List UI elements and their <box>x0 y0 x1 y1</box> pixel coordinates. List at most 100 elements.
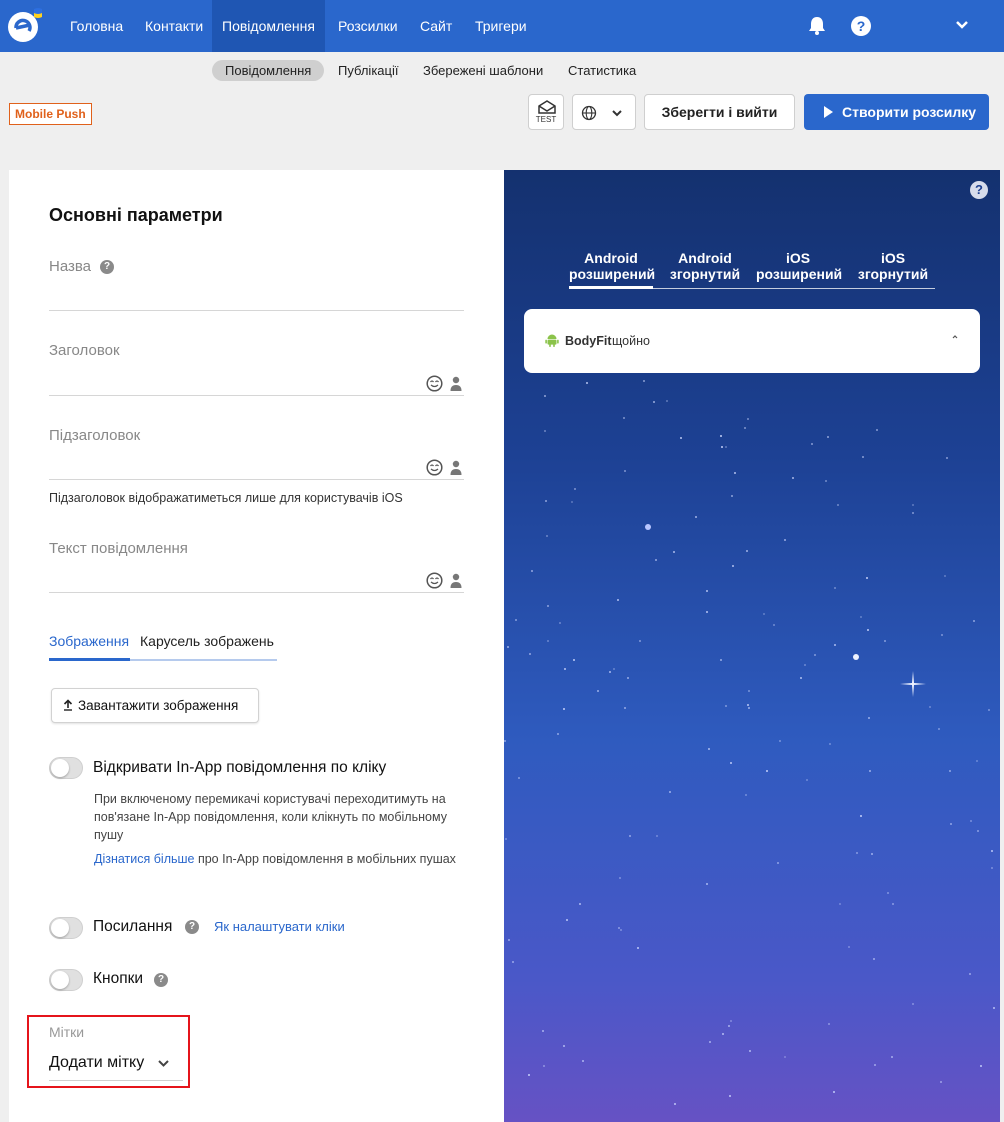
star <box>811 443 813 445</box>
star <box>993 1007 995 1009</box>
star <box>745 794 747 796</box>
star <box>944 575 946 577</box>
star <box>980 1065 982 1067</box>
chevron-down-icon <box>612 110 622 117</box>
star <box>991 867 993 869</box>
star <box>773 624 775 626</box>
star <box>618 927 620 929</box>
learn-more-link[interactable]: Дізнатися більше <box>94 852 194 866</box>
star <box>834 644 836 646</box>
star <box>571 501 573 503</box>
language-select[interactable] <box>572 94 636 130</box>
star <box>627 677 629 679</box>
inapp-toggle[interactable] <box>49 757 83 779</box>
subtitle-label: Підзаголовок <box>49 427 141 444</box>
star <box>563 708 565 710</box>
tags-underline <box>49 1080 183 1081</box>
star <box>892 903 894 905</box>
star <box>512 961 514 963</box>
star <box>866 577 868 579</box>
star <box>586 382 588 384</box>
subnav-statistics[interactable]: Статистика <box>555 60 649 81</box>
active-tab-indicator <box>49 658 130 661</box>
star <box>706 590 708 592</box>
preview-help-icon[interactable]: ? <box>970 181 988 199</box>
preview-tab-ios-collapsed[interactable]: iOS згорнутий <box>851 250 935 282</box>
nav-messages[interactable]: Повідомлення <box>212 0 325 52</box>
help-icon[interactable]: ? <box>154 973 168 987</box>
star <box>708 748 710 750</box>
star <box>976 760 978 762</box>
subtitle-input[interactable] <box>49 479 464 480</box>
tab-image[interactable]: Зображення <box>49 633 129 661</box>
logo-icon[interactable] <box>6 6 44 44</box>
upload-image-button[interactable]: Завантажити зображення <box>51 688 259 723</box>
star <box>695 516 697 518</box>
tab-line2: згорнутий <box>857 266 929 282</box>
preview-active-tab-indicator <box>569 286 653 289</box>
create-campaign-button[interactable]: Створити розсилку <box>804 94 989 130</box>
star <box>597 690 599 692</box>
preview-tab-android-expanded[interactable]: Android розширений <box>569 250 655 282</box>
star <box>564 668 566 670</box>
add-tag-dropdown[interactable]: Додати мітку <box>49 1054 144 1072</box>
buttons-label: Кнопки <box>93 970 144 987</box>
subnav-publications[interactable]: Публікації <box>325 60 411 81</box>
nav-home[interactable]: Головна <box>57 0 136 52</box>
star <box>806 779 808 781</box>
star <box>579 903 581 905</box>
emoji-icon[interactable] <box>426 572 443 589</box>
tab-line2: розширений <box>756 266 843 282</box>
star <box>749 1050 751 1052</box>
star <box>624 470 626 472</box>
star <box>639 640 641 642</box>
envelope-icon <box>538 100 556 114</box>
test-button[interactable]: TEST <box>528 94 564 130</box>
configure-clicks-link[interactable]: Як налаштувати кліки <box>214 919 345 934</box>
message-input[interactable] <box>49 592 464 593</box>
star <box>827 436 829 438</box>
bell-icon[interactable] <box>806 14 828 36</box>
subnav-messages[interactable]: Повідомлення <box>212 60 325 81</box>
help-icon[interactable]: ? <box>185 920 199 934</box>
tab-line1: iOS <box>785 250 811 266</box>
personalization-icon[interactable] <box>450 460 462 475</box>
preview-tab-ios-expanded[interactable]: iOS розширений <box>756 250 843 282</box>
star <box>505 838 507 840</box>
help-icon[interactable]: ? <box>100 260 114 274</box>
nav-campaigns[interactable]: Розсилки <box>325 0 411 52</box>
title-input[interactable] <box>49 395 464 396</box>
nav-triggers[interactable]: Тригери <box>462 0 540 52</box>
subnav-saved-templates[interactable]: Збережені шаблони <box>410 60 556 81</box>
star <box>574 488 576 490</box>
nav-contacts[interactable]: Контакти <box>132 0 216 52</box>
name-label: Назва <box>49 258 92 275</box>
tab-carousel[interactable]: Карусель зображень <box>140 633 274 661</box>
star <box>728 1025 730 1027</box>
save-and-exit-button[interactable]: Зберегти і вийти <box>644 94 795 130</box>
star <box>977 830 979 832</box>
tab-line2: згорнутий <box>669 266 741 282</box>
star <box>582 1060 584 1062</box>
buttons-toggle[interactable] <box>49 969 83 991</box>
personalization-icon[interactable] <box>450 376 462 391</box>
help-icon[interactable]: ? <box>851 16 871 36</box>
star <box>709 1041 711 1043</box>
star <box>643 380 645 382</box>
star <box>637 947 639 949</box>
star <box>721 446 723 448</box>
name-input[interactable] <box>49 310 464 311</box>
star <box>991 850 993 852</box>
links-toggle[interactable] <box>49 917 83 939</box>
star <box>839 903 841 905</box>
personalization-icon[interactable] <box>450 573 462 588</box>
star <box>779 740 781 742</box>
chevron-down-icon[interactable] <box>157 1059 170 1068</box>
emoji-icon[interactable] <box>426 459 443 476</box>
emoji-icon[interactable] <box>426 375 443 392</box>
chevron-up-icon[interactable] <box>951 334 959 340</box>
preview-tab-android-collapsed[interactable]: Android згорнутий <box>663 250 747 282</box>
star <box>929 706 931 708</box>
chevron-down-icon[interactable] <box>954 18 970 32</box>
nav-site[interactable]: Сайт <box>407 0 465 52</box>
